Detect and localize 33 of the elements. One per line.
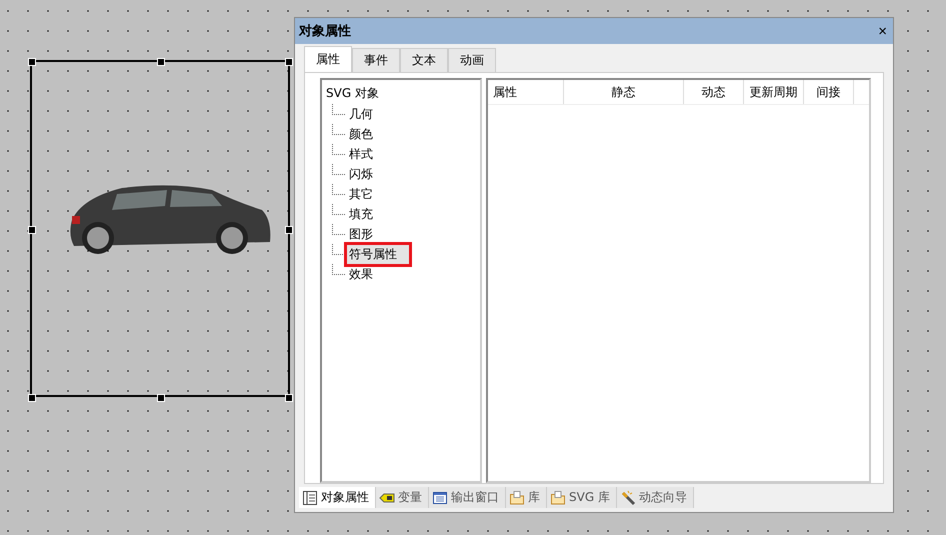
folder-icon bbox=[509, 490, 525, 506]
resize-handle[interactable] bbox=[285, 394, 293, 402]
resize-handle[interactable] bbox=[28, 394, 36, 402]
tree-root-item[interactable]: SVG 对象 bbox=[326, 83, 476, 104]
tab[interactable]: 文本 bbox=[400, 48, 448, 72]
resize-handle[interactable] bbox=[285, 58, 293, 66]
resize-handle[interactable] bbox=[285, 226, 293, 234]
bottom-tab[interactable]: SVG 库 bbox=[547, 487, 617, 508]
resize-handle[interactable] bbox=[157, 394, 165, 402]
bottom-tab[interactable]: 变量 bbox=[376, 487, 429, 508]
tab[interactable]: 动画 bbox=[448, 48, 496, 72]
wand-icon bbox=[620, 490, 636, 506]
bottom-tab[interactable]: 动态向导 bbox=[616, 487, 694, 508]
resize-handle[interactable] bbox=[28, 226, 36, 234]
tree-item[interactable]: 符号属性 bbox=[344, 242, 412, 266]
close-button[interactable]: × bbox=[876, 22, 889, 40]
window-icon bbox=[432, 490, 448, 506]
bottom-tab[interactable]: 对象属性 bbox=[299, 487, 376, 508]
list-window-icon bbox=[302, 490, 318, 506]
resize-handle[interactable] bbox=[157, 58, 165, 66]
folder-icon bbox=[550, 490, 566, 506]
column-header[interactable]: 动态 bbox=[684, 80, 744, 104]
tab[interactable]: 属性 bbox=[304, 46, 352, 72]
bottom-tab[interactable]: 库 bbox=[506, 487, 547, 508]
selected-object-frame[interactable] bbox=[30, 60, 290, 397]
column-header[interactable]: 更新周期 bbox=[744, 80, 804, 104]
resize-handle[interactable] bbox=[28, 58, 36, 66]
column-header[interactable]: 间接 bbox=[804, 80, 854, 104]
tab[interactable]: 事件 bbox=[352, 48, 400, 72]
bottom-tab[interactable]: 输出窗口 bbox=[429, 487, 506, 508]
column-header[interactable]: 静态 bbox=[564, 80, 684, 104]
panel-title: 对象属性 bbox=[299, 23, 351, 40]
column-header[interactable]: 属性 bbox=[488, 80, 564, 104]
